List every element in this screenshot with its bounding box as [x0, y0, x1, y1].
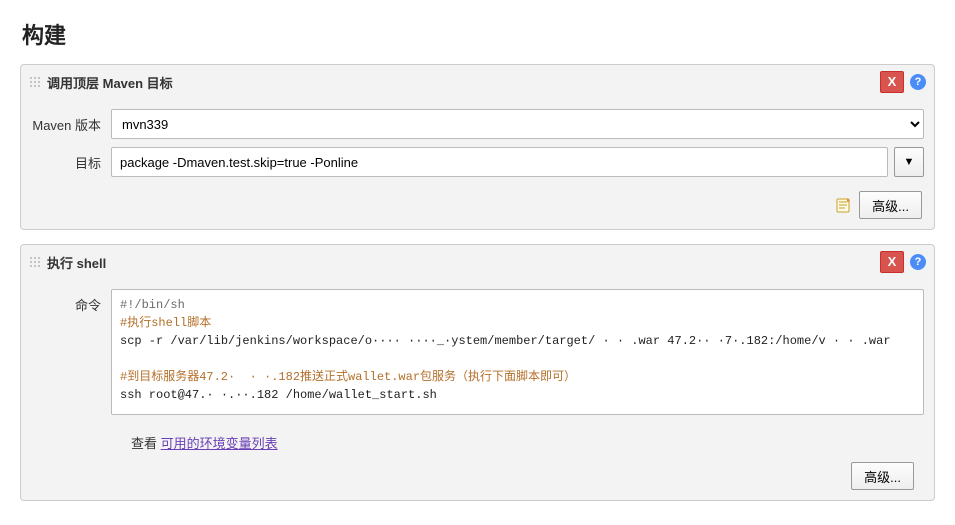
chevron-down-icon: ▼ [904, 156, 915, 168]
maven-goal-label: 目标 [31, 147, 111, 172]
maven-advanced-button[interactable]: 高级... [859, 191, 922, 219]
drag-handle-icon[interactable] [29, 256, 41, 268]
drag-handle-icon[interactable] [29, 76, 41, 88]
env-vars-hint: 查看 可用的环境变量列表 [31, 423, 924, 452]
shell-command-textarea[interactable]: #!/bin/sh #执行shell脚本 scp -r /var/lib/jen… [112, 294, 923, 414]
maven-version-label: Maven 版本 [31, 109, 111, 134]
maven-block-title: 调用顶层 Maven 目标 [47, 73, 880, 92]
help-icon[interactable]: ? [910, 74, 926, 90]
maven-build-step: 调用顶层 Maven 目标 X ? Maven 版本 mvn339 目标 [20, 64, 935, 230]
expand-down-button[interactable]: ▼ [894, 147, 924, 177]
shell-build-step: 执行 shell X ? 命令 #!/bin/sh #执行shell脚本 scp… [20, 244, 935, 501]
shell-delete-button[interactable]: X [880, 251, 904, 273]
note-icon [835, 196, 853, 214]
shell-block-title: 执行 shell [47, 253, 880, 272]
page-title: 构建 [20, 10, 935, 64]
maven-goal-input[interactable] [111, 147, 888, 177]
env-vars-link[interactable]: 可用的环境变量列表 [161, 436, 278, 451]
help-icon[interactable]: ? [910, 254, 926, 270]
shell-advanced-button[interactable]: 高级... [851, 462, 914, 490]
shell-cmd-label: 命令 [31, 289, 111, 314]
maven-version-select[interactable]: mvn339 [111, 109, 924, 139]
maven-delete-button[interactable]: X [880, 71, 904, 93]
